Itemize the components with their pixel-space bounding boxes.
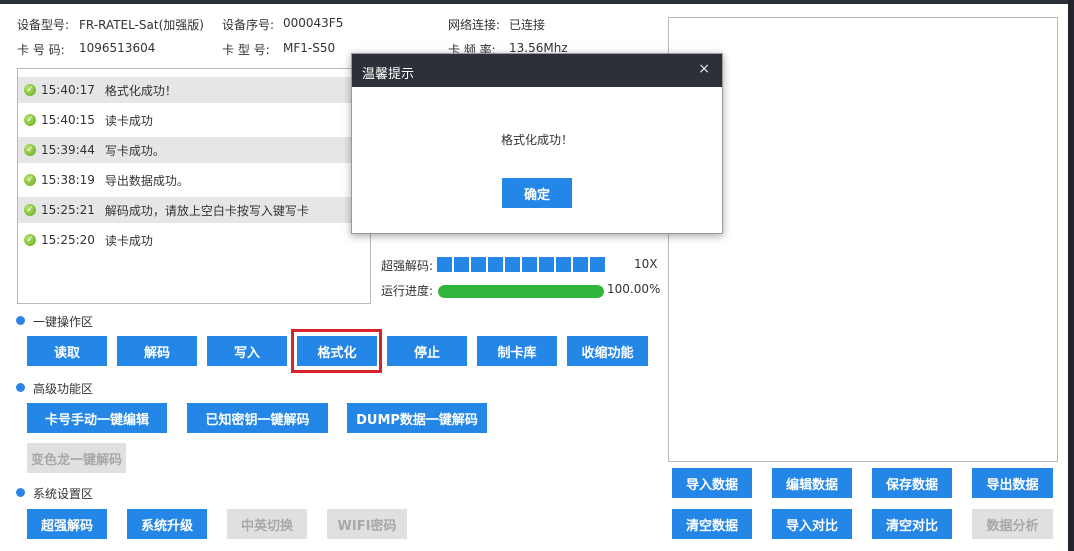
data-display-panel[interactable] [668,17,1058,462]
save-data-button[interactable]: 保存数据 [872,468,952,498]
wifi-password-button[interactable]: WIFI密码 [327,509,407,539]
log-time: 15:39:44 [41,143,95,157]
data-analysis-button[interactable]: 数据分析 [972,509,1053,539]
decode-segment [539,257,554,272]
check-icon: ✓ [24,204,36,216]
dialog-message: 格式化成功！ [500,133,573,147]
log-message: 读卡成功 [104,113,153,128]
log-message: 解码成功，请放上空白卡按写入键写卡 [104,203,309,218]
dialog-title: 温馨提示 [362,67,415,82]
log-row: ✓ 15:40:15 读卡成功 [18,107,370,133]
card-type-value: MF1-S50 [283,41,336,55]
log-message: 写卡成功。 [104,143,165,158]
log-row: ✓ 15:38:19 导出数据成功。 [18,167,370,193]
log-message: 读卡成功 [104,233,153,248]
log-row: ✓ 15:40:17 格式化成功！ [18,77,370,103]
card-library-button[interactable]: 制卡库 [477,336,557,366]
decode-segment [522,257,537,272]
decode-segment [556,257,571,272]
model-label: 设备型号: [17,18,70,32]
write-button[interactable]: 写入 [207,336,287,366]
decode-segment [573,257,588,272]
log-panel[interactable]: ✓ 15:40:17 格式化成功！ ✓ 15:40:15 读卡成功 ✓ 15:3… [17,68,371,304]
run-progress-value: 100.00% [607,282,661,296]
log-row: ✓ 15:25:21 解码成功，请放上空白卡按写入键写卡 [18,197,370,223]
network-label: 网络连接: [448,18,501,32]
serial-value: 000043F5 [283,16,344,30]
section-advanced: 高级功能区 [33,382,94,396]
log-time: 15:25:20 [41,233,95,247]
dialog-titlebar: 温馨提示 × [352,54,722,87]
decode-label: 超强解码: [381,259,434,273]
system-upgrade-button[interactable]: 系统升级 [127,509,207,539]
log-time: 15:38:19 [41,173,95,187]
super-decode-button[interactable]: 超强解码 [27,509,107,539]
edit-data-button[interactable]: 编辑数据 [772,468,852,498]
decode-segment [471,257,486,272]
card-no-label: 卡 号 码: [17,43,65,57]
close-icon[interactable]: × [698,61,710,77]
chameleon-decode-button[interactable]: 变色龙一键解码 [27,443,126,473]
section-dot-icon [16,383,25,392]
check-icon: ✓ [24,84,36,96]
decode-segment [454,257,469,272]
notice-dialog: 温馨提示 × 格式化成功！ 确定 [351,53,723,234]
export-data-button[interactable]: 导出数据 [972,468,1053,498]
card-type-label: 卡 型 号: [222,43,270,57]
log-message: 格式化成功！ [104,83,177,98]
clear-compare-button[interactable]: 清空对比 [872,509,952,539]
log-row: ✓ 15:39:44 写卡成功。 [18,137,370,163]
window-right-edge [1068,0,1074,551]
check-icon: ✓ [24,174,36,186]
check-icon: ✓ [24,234,36,246]
run-progress-label: 运行进度: [381,284,434,298]
import-compare-button[interactable]: 导入对比 [772,509,852,539]
decode-button[interactable]: 解码 [117,336,197,366]
dialog-ok-button[interactable]: 确定 [502,178,572,208]
format-highlight-frame [291,329,382,373]
read-button[interactable]: 读取 [27,336,107,366]
section-dot-icon [16,316,25,325]
collapse-functions-button[interactable]: 收缩功能 [567,336,648,366]
decode-multiplier: 10X [634,257,658,271]
run-progress-fill [438,285,604,298]
card-edit-button[interactable]: 卡号手动一键编辑 [27,403,167,433]
decode-segment [488,257,503,272]
check-icon: ✓ [24,114,36,126]
card-no-value: 1096513604 [79,41,156,55]
decode-segment [590,257,605,272]
dump-decode-button[interactable]: DUMP数据一键解码 [347,403,487,433]
section-one-click: 一键操作区 [33,315,94,329]
run-progress-bar [438,285,604,298]
stop-button[interactable]: 停止 [387,336,467,366]
known-key-decode-button[interactable]: 已知密钥一键解码 [187,403,328,433]
log-time: 15:40:17 [41,83,95,97]
decode-segment [437,257,452,272]
log-time: 15:25:21 [41,203,95,217]
serial-label: 设备序号: [222,18,275,32]
check-icon: ✓ [24,144,36,156]
section-system: 系统设置区 [33,487,94,501]
decode-strength-bar [437,257,605,272]
network-value: 已连接 [509,18,546,32]
import-data-button[interactable]: 导入数据 [672,468,752,498]
language-switch-button[interactable]: 中英切换 [227,509,307,539]
log-message: 导出数据成功。 [104,173,189,188]
log-row: ✓ 15:25:20 读卡成功 [18,227,370,253]
app-window: 设备型号: FR-RATEL-Sat(加强版) 设备序号: 000043F5 网… [0,4,1068,551]
section-dot-icon [16,488,25,497]
log-time: 15:40:15 [41,113,95,127]
model-value: FR-RATEL-Sat(加强版) [79,18,204,32]
clear-data-button[interactable]: 清空数据 [672,509,752,539]
decode-segment [505,257,520,272]
